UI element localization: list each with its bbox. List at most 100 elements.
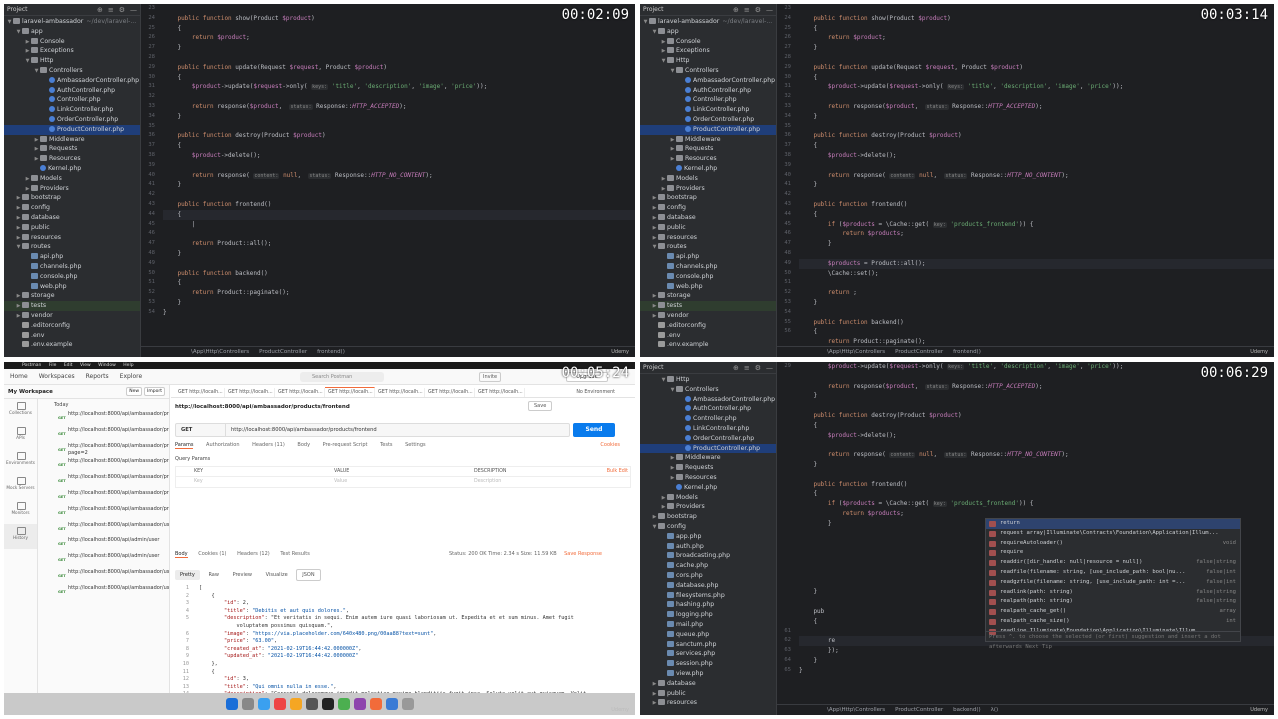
code-line[interactable]: $product->delete(); [799,151,1274,161]
code-line[interactable]: } [163,43,635,53]
launchpad-icon[interactable] [241,698,254,710]
tree-item[interactable]: ▶ Middleware [640,135,776,145]
tree-item[interactable]: ▶ Providers [640,184,776,194]
history-item[interactable]: GET http://localhost:8000/api/admin/user [40,553,169,569]
tree-item[interactable]: ▶ vendor [640,311,776,321]
tree-item[interactable]: queue.php [640,630,776,640]
menu-help[interactable]: Help [123,363,133,368]
tree-item[interactable]: ▶ public [640,689,776,699]
tree-item[interactable]: Controller.php [640,95,776,105]
tree-item[interactable]: ▶ Models [640,493,776,503]
history-group-today[interactable]: Today [40,399,169,411]
tree-item[interactable]: ▶ bootstrap [4,193,140,203]
code-line[interactable]: public function destroy(Product $product… [799,411,1274,421]
code-line[interactable]: return $products; [799,229,1274,239]
tree-item[interactable]: OrderController.php [640,434,776,444]
app-icon[interactable] [337,698,350,710]
tree-item[interactable]: LinkController.php [640,424,776,434]
history-item[interactable]: GET http://localhost:8000/api/ambassador/… [40,411,169,427]
request-tab[interactable]: GET http://localh... [325,387,375,397]
code-line[interactable] [799,278,1274,288]
tree-item[interactable]: ▶ Models [4,174,140,184]
tree-item[interactable]: ▼ app [4,27,140,37]
tab-response-body[interactable]: Body [175,551,188,558]
tree-item[interactable]: ▶ resources [4,233,140,243]
tree-item[interactable]: sanctum.php [640,640,776,650]
request-tab[interactable]: GET http://localh... [425,388,475,397]
response-json[interactable]: 1[2 {3 "id": 2, 4 "title": "Debitis et au… [175,585,623,705]
tree-item[interactable]: ▶ resources [640,233,776,243]
tree-item[interactable]: filesystems.php [640,591,776,601]
tree-item[interactable]: Controller.php [640,414,776,424]
code-editor[interactable]: 23 24 25 26 27 28 29 30 31 32 33 34 35 36 37 38 39 40 41 42… [777,4,1274,357]
history-item[interactable]: GET http://localhost:8000/api/ambassador/… [40,585,169,601]
tree-item[interactable]: LinkController.php [4,105,140,115]
code-line[interactable]: return $product; [799,33,1274,43]
code-line[interactable]: { [163,24,635,34]
tree-item[interactable]: AmbassadorController.php [640,395,776,405]
code-line[interactable]: public function frontend() [799,200,1274,210]
breadcrumb-item[interactable]: ProductController [259,349,307,355]
autocomplete-item[interactable]: realpath(path: string) false|string [986,597,1240,607]
history-item[interactable]: GET http://localhost:8000/api/ambassador/… [40,427,169,443]
url-input[interactable]: http://localhost:8000/api/ambassador/pro… [226,427,377,433]
code-line[interactable]: { [799,73,1274,83]
history-item[interactable]: GET http://localhost:8000/api/admin/user [40,537,169,553]
code-line[interactable]: return response( content: null, status: … [799,171,1274,181]
tree-item[interactable]: ProductController.php [4,124,140,135]
tree-item[interactable]: AuthController.php [4,86,140,96]
tree-item[interactable]: .env.example [4,340,140,350]
code-editor[interactable]: 29 61 62 63 64 65 $product->update($request->… [777,362,1274,715]
nav-workspaces[interactable]: Workspaces [39,373,75,380]
code-line[interactable]: public function destroy(Product $product… [799,131,1274,141]
invite-button[interactable]: Invite [479,372,502,382]
tree-item[interactable]: ▶ Requests [640,463,776,473]
tree-item[interactable]: web.php [640,282,776,292]
code-line[interactable]: $product->update($request->only( keys: '… [799,82,1274,92]
code-line[interactable]: { [163,73,635,83]
tree-item[interactable]: ▶ Resources [640,154,776,164]
project-header[interactable]: Project ⊕ ≡ ⚙ — [4,4,140,16]
tab-settings[interactable]: Settings [405,442,426,448]
menu-postman[interactable]: Postman [22,363,41,368]
tree-item[interactable]: app.php [640,532,776,542]
code-line[interactable] [799,53,1274,63]
code-area[interactable]: public function show(Product $product) {… [799,4,1274,355]
method-select[interactable]: GET [176,424,226,436]
tree-item[interactable]: ▼ Http [4,56,140,66]
rail-monitors[interactable]: Monitors [4,499,37,524]
tree-item[interactable]: ▼ Controllers [640,385,776,395]
tree-item[interactable]: AuthController.php [640,404,776,414]
rail-mock-servers[interactable]: Mock Servers [4,474,37,499]
code-line[interactable]: { [799,141,1274,151]
code-line[interactable]: $product->update($request->only( keys: '… [163,82,635,92]
tree-item[interactable]: ▶ Resources [640,473,776,483]
code-line[interactable]: public function frontend() [799,480,1274,490]
value-input[interactable]: Value [334,477,347,487]
tree-item[interactable]: AmbassadorController.php [640,76,776,86]
code-line[interactable] [163,92,635,102]
tree-item[interactable]: ▼ config [640,522,776,532]
autocomplete-item[interactable]: realpath_cache_size() int [986,617,1240,627]
code-line[interactable]: return response( content: null, status: … [163,171,635,181]
tree-item[interactable]: ▶ Console [4,37,140,47]
code-line[interactable]: return response($product, status: Respon… [163,102,635,112]
tree-item[interactable]: ▶ Exceptions [4,46,140,56]
tree-item[interactable]: .env [4,331,140,341]
code-line[interactable]: { [799,421,1274,431]
autocomplete-item[interactable]: return [986,519,1240,529]
environment-select[interactable]: No Environment [576,390,615,397]
tree-item[interactable]: ▼ Http [640,375,776,385]
cookies-link[interactable]: Cookies [600,442,620,448]
code-line[interactable] [799,190,1274,200]
autocomplete-item[interactable]: readgzfile(filename: string, [use_includ… [986,578,1240,588]
breadcrumb-item[interactable]: frontend() [317,349,345,355]
code-line[interactable]: | [163,220,635,230]
app-icon[interactable] [289,698,302,710]
tree-item[interactable]: channels.php [640,262,776,272]
tree-item[interactable]: console.php [640,272,776,282]
tab-response-cookies[interactable]: Cookies (1) [198,551,226,557]
tree-item[interactable]: ▶ database [640,679,776,689]
tree-item[interactable]: Controller.php [4,95,140,105]
code-line[interactable]: } [799,391,1274,401]
